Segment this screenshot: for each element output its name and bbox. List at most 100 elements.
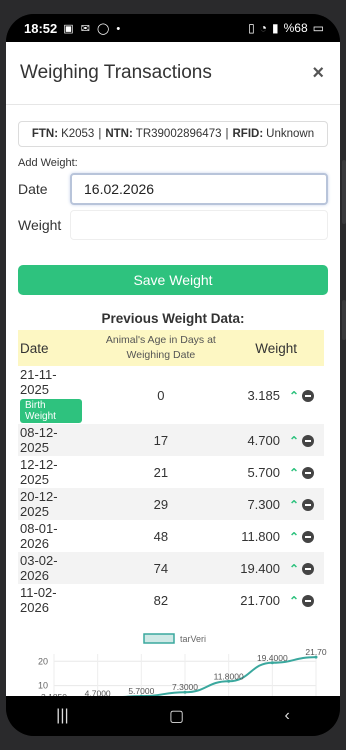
recent-apps-icon[interactable]: ||| — [56, 707, 68, 725]
remove-icon[interactable] — [302, 499, 315, 512]
remove-icon[interactable] — [302, 595, 315, 608]
home-icon[interactable]: ▢ — [169, 706, 184, 726]
remove-icon[interactable] — [302, 531, 315, 544]
rfid-value: Unknown — [266, 128, 315, 140]
legend-swatch — [143, 633, 175, 644]
date-column-header: Date — [20, 340, 49, 356]
animal-id-info: FTN: K2053 | NTN: TR39002896473 | RFID: … — [18, 121, 328, 147]
row-date-cell: 03-02-2026 — [18, 552, 83, 584]
separator: | — [98, 128, 102, 140]
row-weight: 19.400 — [240, 560, 280, 576]
data-value-label: 4.7000 — [85, 689, 111, 696]
row-weight: 11.800 — [241, 528, 280, 544]
row-date-cell: 20-12-2025 — [18, 488, 83, 520]
row-date-cell: 08-12-2025 — [18, 424, 83, 456]
weight-column-header: Weight — [255, 340, 297, 356]
row-age: 74 — [153, 560, 169, 576]
age-column-header: Animal's Age in Days at Weighing Date — [105, 334, 216, 361]
row-actions: ⌃ — [284, 520, 324, 552]
row-age: 82 — [153, 592, 169, 608]
row-date: 21-11-2025 — [20, 367, 57, 397]
ntn-value: TR39002896473 — [135, 128, 222, 140]
battery-percent: %68 — [283, 21, 308, 35]
remove-icon[interactable] — [302, 390, 315, 403]
table-row: 20-12-2025 29 7.300 ⌃ — [18, 488, 324, 520]
remove-icon[interactable] — [302, 435, 315, 448]
back-icon[interactable]: ‹ — [284, 707, 289, 725]
row-actions: ⌃ — [284, 456, 324, 488]
ntn-label: NTN: — [105, 128, 133, 140]
modal-title: Weighing Transactions — [20, 62, 212, 83]
row-date: 08-12-2025 — [20, 425, 58, 455]
weight-chart-container: tarVeri010203.18504.70005.70007.300011.8… — [6, 630, 340, 696]
ftn-label: FTN: — [31, 128, 59, 140]
volume-button — [342, 160, 346, 224]
table-row: 21-11-2025 Birth Weight 0 3.185 ⌃ — [18, 366, 324, 424]
phone-frame: 18:52 ▣ ✉ ◯ • ▯ ◔ ▮ %68 ▭ Weighing Trans… — [0, 0, 346, 750]
row-date: 11-02-2026 — [20, 585, 57, 615]
double-chevron-up-icon[interactable]: ⌃ — [289, 530, 299, 544]
rfid-label: RFID: — [232, 128, 264, 140]
separator: | — [225, 128, 229, 140]
double-chevron-up-icon[interactable]: ⌃ — [289, 466, 299, 480]
data-value-label: 19.4000 — [257, 653, 288, 663]
birth-weight-badge: Birth Weight — [20, 399, 82, 423]
row-date-cell: 12-12-2025 — [18, 456, 83, 488]
table-row: 11-02-2026 82 21.700 ⌃ — [18, 584, 324, 616]
battery-icon: ▭ — [312, 21, 324, 35]
date-row: Date 16.02.2026 — [18, 173, 328, 205]
row-actions: ⌃ — [284, 552, 324, 584]
double-chevron-up-icon[interactable]: ⌃ — [289, 562, 299, 576]
row-date-cell: 21-11-2025 Birth Weight — [18, 366, 83, 424]
row-age: 21 — [153, 464, 169, 480]
row-actions: ⌃ — [284, 424, 324, 456]
wifi-icon: ◔ — [259, 21, 268, 35]
row-age: 48 — [153, 528, 169, 544]
double-chevron-up-icon[interactable]: ⌃ — [289, 434, 299, 448]
close-icon[interactable]: × — [312, 62, 324, 85]
status-right: ▯ ◔ ▮ %68 ▭ — [248, 21, 324, 35]
y-tick-label: 20 — [38, 656, 48, 666]
remove-icon[interactable] — [302, 563, 315, 576]
row-date: 20-12-2025 — [20, 489, 58, 519]
data-value-label: 21.70 — [305, 647, 327, 657]
table-row: 12-12-2025 21 5.700 ⌃ — [18, 456, 324, 488]
row-date: 03-02-2026 — [20, 553, 58, 583]
row-age: 0 — [157, 387, 165, 403]
table-header: Date Animal's Age in Days at Weighing Da… — [18, 330, 324, 366]
previous-data-title: Previous Weight Data: — [101, 311, 245, 326]
row-actions: ⌃ — [284, 584, 324, 616]
table-row: 08-01-2026 48 11.800 ⌃ — [18, 520, 324, 552]
row-actions: ⌃ — [284, 366, 324, 424]
add-weight-label: Add Weight: — [18, 157, 78, 169]
y-tick-label: 10 — [38, 681, 48, 691]
app-screen: Weighing Transactions × FTN: K2053 | NTN… — [6, 42, 340, 696]
signal-icon: ▮ — [272, 21, 279, 35]
table-row: 08-12-2025 17 4.700 ⌃ — [18, 424, 324, 456]
phone-screen: 18:52 ▣ ✉ ◯ • ▯ ◔ ▮ %68 ▭ Weighing Trans… — [6, 14, 340, 736]
save-weight-button[interactable]: Save Weight — [18, 265, 328, 295]
row-date: 12-12-2025 — [20, 457, 58, 487]
row-weight: 4.700 — [247, 432, 280, 448]
data-value-label: 11.8000 — [214, 671, 244, 681]
modal-header: Weighing Transactions × — [6, 42, 340, 105]
power-button — [342, 300, 346, 340]
data-value-label: 7.3000 — [172, 682, 198, 692]
row-date-cell: 08-01-2026 — [18, 520, 83, 552]
row-date: 08-01-2026 — [20, 521, 58, 551]
row-weight: 3.185 — [247, 387, 280, 403]
remove-icon[interactable] — [302, 467, 315, 480]
android-nav-bar: ||| ▢ ‹ — [6, 696, 340, 736]
notification-icons: ▣ ✉ ◯ • — [63, 22, 123, 35]
double-chevron-up-icon[interactable]: ⌃ — [289, 594, 299, 608]
double-chevron-up-icon[interactable]: ⌃ — [289, 389, 299, 403]
ftn-value: K2053 — [61, 128, 95, 140]
table-row: 03-02-2026 74 19.400 ⌃ — [18, 552, 324, 584]
row-date-cell: 11-02-2026 — [18, 584, 83, 616]
weight-chart: tarVeri010203.18504.70005.70007.300011.8… — [38, 633, 327, 696]
date-label: Date — [18, 181, 48, 197]
weight-input[interactable] — [70, 210, 328, 240]
double-chevron-up-icon[interactable]: ⌃ — [289, 498, 299, 512]
date-input[interactable]: 16.02.2026 — [70, 173, 328, 205]
row-age: 17 — [153, 432, 169, 448]
